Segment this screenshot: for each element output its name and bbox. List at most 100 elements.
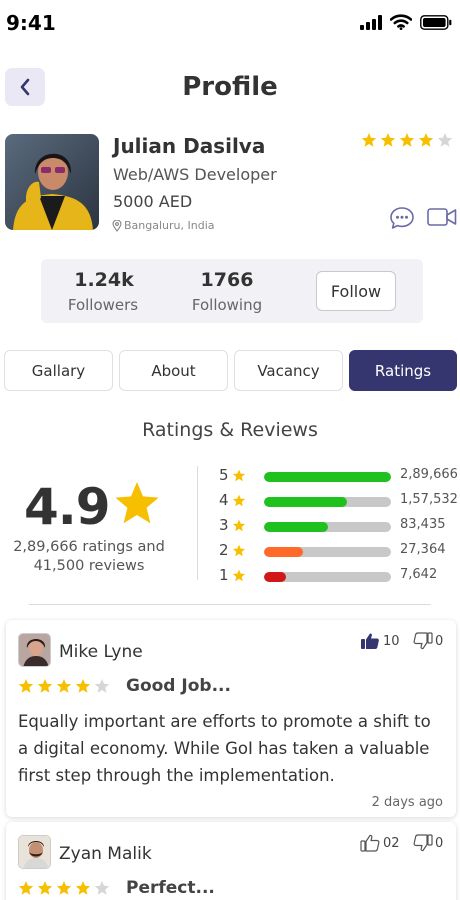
location-pin-icon [112,219,122,232]
star-filled-icon [56,881,72,895]
star-empty-icon [94,881,110,895]
like-button[interactable]: 10 [360,632,400,650]
status-icons [360,14,452,30]
star-icon [232,519,246,532]
rating-row-count: 2,89,666 [400,467,458,482]
dislike-button[interactable]: 0 [413,632,443,650]
dislike-count: 0 [435,633,444,649]
tab-gallary[interactable]: Gallary [4,350,113,391]
thumbs-up-icon [361,633,379,649]
battery-icon [420,14,452,30]
rating-row-count: 27,364 [400,542,446,557]
review-rating-stars [18,880,110,896]
reviewer-name: Zyan Malik [59,844,152,864]
stats-card: 1.24k Followers 1766 Following Follow [41,259,423,323]
rating-bar-fill [264,522,328,532]
page-title: Profile [182,72,278,102]
status-time: 9:41 [6,11,56,35]
star-filled-icon [380,133,396,147]
rating-bar [264,472,391,482]
wifi-icon [390,14,412,30]
big-star-icon [115,482,159,524]
reviewer-name: Mike Lyne [59,642,143,662]
profile-role: Web/AWS Developer [113,165,277,184]
video-camera-icon[interactable] [427,207,457,227]
tab-about[interactable]: About [119,350,228,391]
vertical-divider [197,466,198,580]
follow-button[interactable]: Follow [316,271,396,311]
tab-vacancy[interactable]: Vacancy [234,350,343,391]
reviewer-avatar [18,835,51,869]
dislike-button[interactable]: 0 [413,834,443,852]
star-filled-icon [18,679,34,693]
average-rating: 4.9 [24,478,111,536]
star-icon [232,469,246,482]
star-filled-icon [18,881,34,895]
star-filled-icon [361,133,377,147]
review-card: Mike Lyne 10 0 Good Job... Equally impor… [6,620,456,817]
rating-bar [264,497,391,507]
rating-row-count: 7,642 [400,567,438,582]
tab-ratings[interactable]: Ratings [349,350,457,391]
profile-avatar [5,134,99,230]
star-empty-icon [94,679,110,693]
signal-icon [360,14,382,30]
rating-row-1: 1 7,642 [219,566,460,586]
status-bar: 9:41 [0,0,460,44]
rating-bar [264,547,391,557]
following-count: 1766 [200,269,254,291]
rating-row-2: 2 27,364 [219,541,460,561]
ratings-section-title: Ratings & Reviews [142,419,318,441]
ratings-count-line: 2,89,666 ratings and [13,539,165,555]
like-count: 10 [383,633,400,649]
profile-name: Julian Dasilva [113,134,266,158]
reviewer-avatar [18,633,51,667]
rating-bar [264,572,391,582]
location-text: Bangaluru, India [124,219,215,232]
star-filled-icon [37,881,53,895]
rating-row-count: 1,57,532 [400,492,458,507]
star-icon [232,569,246,582]
thumbs-down-icon [413,632,433,650]
star-filled-icon [418,133,434,147]
rating-summary: 2,89,666 ratings and 41,500 reviews [0,538,178,576]
rating-row-3: 3 83,435 [219,516,460,536]
followers-count: 1.24k [74,269,134,291]
star-icon [232,494,246,507]
star-filled-icon [399,133,415,147]
like-count: 02 [383,835,400,851]
rating-bar [264,522,391,532]
section-divider [29,604,431,605]
star-filled-icon [56,679,72,693]
review-rating-stars [18,678,110,694]
rating-bar-fill [264,472,391,482]
rating-bar-fill [264,497,347,507]
thumbs-up-icon [360,834,380,852]
rating-row-stars: 5 [219,466,229,484]
reviews-count-line: 41,500 reviews [33,558,145,574]
star-filled-icon [75,881,91,895]
rating-row-stars: 3 [219,516,229,534]
rating-bar-fill [264,547,304,557]
profile-salary: 5000 AED [113,192,193,211]
profile-location: Bangaluru, India [112,219,215,232]
followers-label: Followers [67,296,139,314]
review-time: 2 days ago [371,795,443,810]
star-filled-icon [37,679,53,693]
review-headline: Good Job... [126,676,231,696]
like-button[interactable]: 02 [360,834,400,852]
review-body: Equally important are efforts to promote… [18,712,431,785]
dislike-count: 0 [435,835,444,851]
rating-row-stars: 1 [219,566,229,584]
review-headline: Perfect... [126,878,215,898]
chat-icon[interactable] [389,206,415,230]
star-icon [232,544,246,557]
review-card: Zyan Malik 02 0 Perfect... [6,822,456,900]
star-empty-icon [437,133,453,147]
star-filled-icon [75,679,91,693]
thumbs-down-icon [413,834,433,852]
rating-bar-fill [264,572,286,582]
following-label: Following [191,296,263,314]
rating-row-5: 5 2,89,666 [219,466,460,486]
profile-rating-stars [361,132,453,148]
